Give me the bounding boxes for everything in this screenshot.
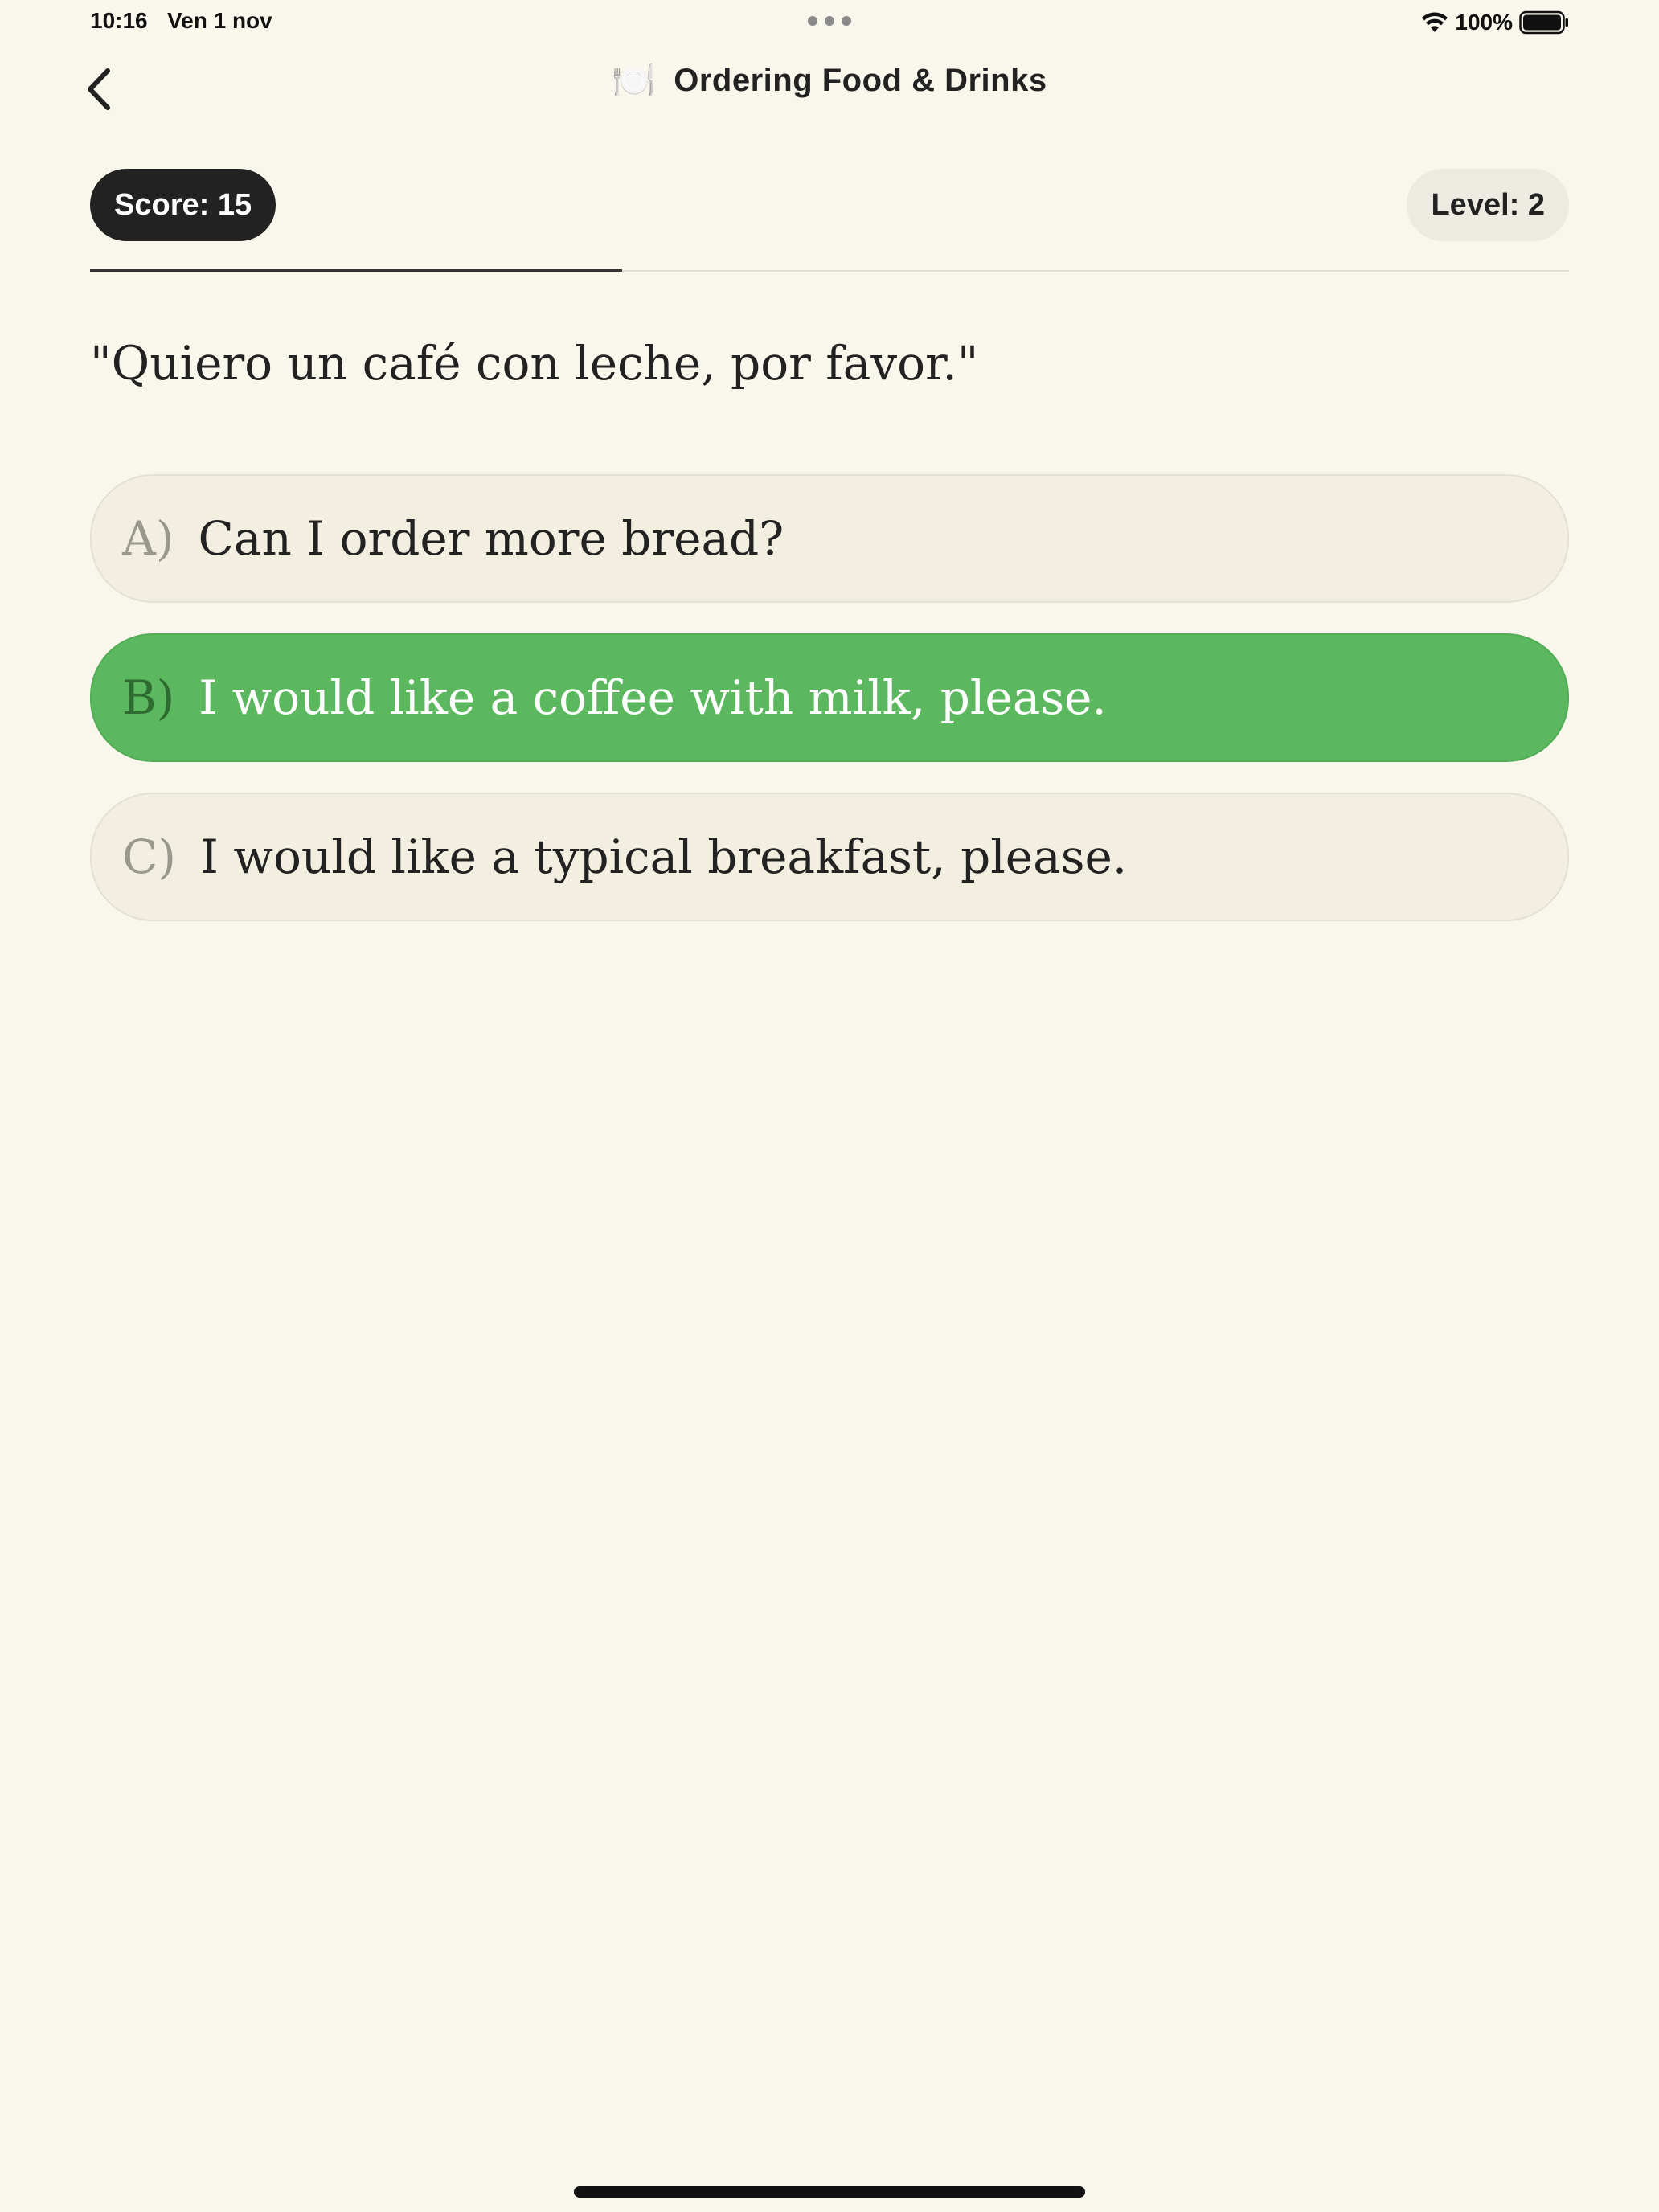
page-title: Ordering Food & Drinks: [674, 63, 1047, 98]
battery-icon: [1519, 10, 1568, 35]
answer-option-a[interactable]: A) Can I order more bread?: [90, 474, 1569, 603]
status-bar: 10:16 Ven 1 nov 100%: [0, 0, 1659, 45]
answer-option-b[interactable]: B) I would like a coffee with milk, plea…: [90, 633, 1569, 762]
status-indicators: 100%: [1421, 6, 1569, 39]
level-badge: Level: 2: [1407, 169, 1569, 241]
option-letter: C): [122, 830, 177, 884]
nav-title-container: 🍽️ Ordering Food & Drinks: [0, 63, 1659, 99]
status-date: Ven 1 nov: [167, 8, 272, 33]
battery-percentage: 100%: [1455, 10, 1513, 35]
multitasking-dots-icon[interactable]: [807, 15, 852, 27]
option-text: I would like a typical breakfast, please…: [200, 830, 1128, 884]
plate-cutlery-icon: 🍽️: [612, 60, 657, 100]
score-badge: Score: 15: [90, 169, 276, 241]
answer-option-c[interactable]: C) I would like a typical breakfast, ple…: [90, 793, 1569, 921]
option-letter: B): [122, 670, 175, 725]
status-time: 10:16: [90, 8, 148, 33]
progress-bar-fill: [90, 269, 623, 272]
progress-bar: [90, 269, 1569, 272]
home-indicator[interactable]: [574, 2186, 1085, 2198]
question-prompt: "Quiero un café con leche, por favor.": [90, 336, 979, 391]
option-text: I would like a coffee with milk, please.: [199, 670, 1107, 725]
wifi-icon: [1422, 12, 1448, 32]
option-letter: A): [122, 511, 174, 566]
option-text: Can I order more bread?: [198, 511, 784, 566]
